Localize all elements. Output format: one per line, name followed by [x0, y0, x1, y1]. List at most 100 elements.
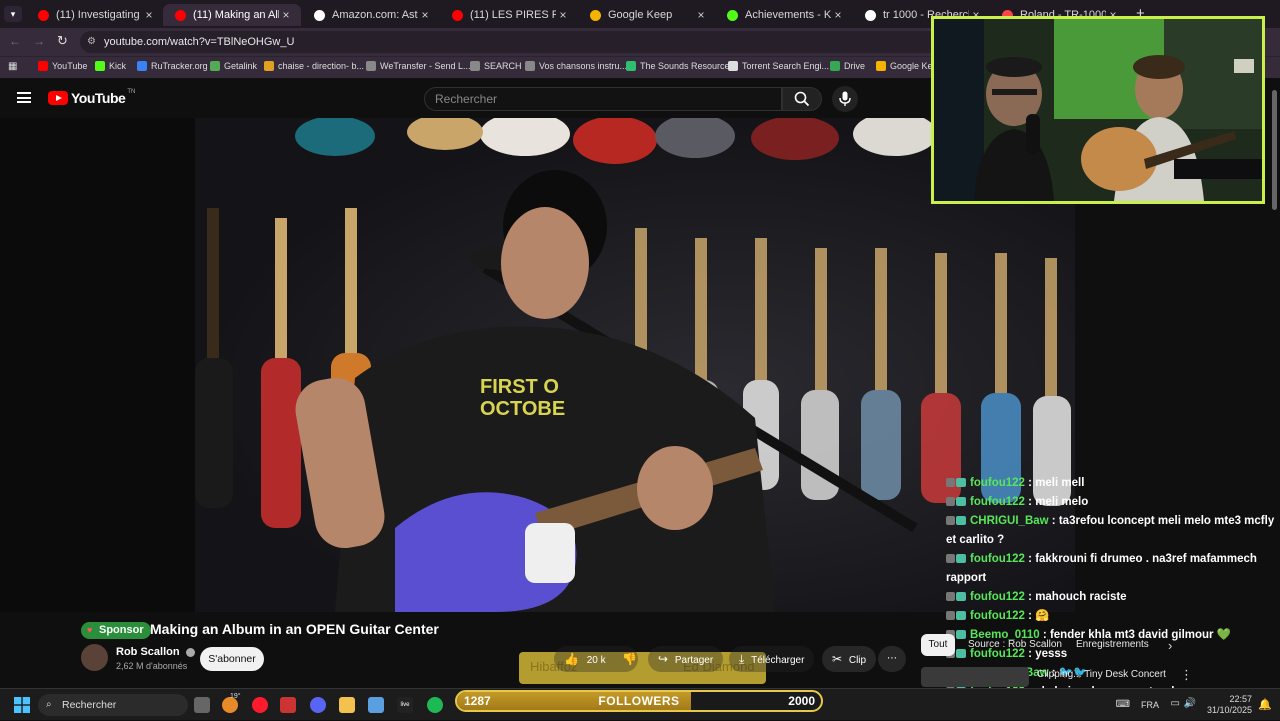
- subscribe-button[interactable]: S'abonner: [200, 647, 264, 671]
- chat-username[interactable]: foufou122: [970, 496, 1025, 508]
- channel-avatar[interactable]: [81, 644, 108, 671]
- bookmark-item[interactable]: Getalink: [210, 61, 257, 71]
- browser-tab[interactable]: (11) Making an Albun×: [163, 4, 301, 26]
- sponsor-badge[interactable]: ♥ Sponsor: [81, 622, 151, 639]
- clock-time[interactable]: 22:57: [1229, 694, 1252, 704]
- bookmark-item[interactable]: YouTube: [38, 61, 87, 71]
- related-video-title[interactable]: Clipping... Tiny Desk Concert: [1037, 669, 1166, 680]
- download-button[interactable]: ⤓ Télécharger: [729, 646, 815, 672]
- opera-icon[interactable]: [252, 697, 268, 713]
- chat-username[interactable]: foufou122: [970, 477, 1025, 489]
- scissors-icon: ✂: [832, 652, 843, 666]
- chat-sub-badge-icon: [956, 630, 966, 640]
- tab-close-icon[interactable]: ×: [556, 8, 570, 22]
- bookmark-item[interactable]: chaise - direction- b...: [264, 61, 364, 71]
- back-icon[interactable]: ←: [9, 34, 21, 48]
- spotify-icon[interactable]: [427, 697, 443, 713]
- tab-close-icon[interactable]: ×: [694, 8, 708, 22]
- tab-close-icon[interactable]: ×: [418, 8, 432, 22]
- tab-close-icon[interactable]: ×: [279, 8, 293, 22]
- bookmark-label: YouTube: [52, 61, 88, 71]
- discord-icon[interactable]: [310, 697, 326, 713]
- filter-tab-source[interactable]: Source : Rob Scallon: [968, 639, 1062, 650]
- live-app-icon[interactable]: live: [397, 697, 413, 713]
- share-button[interactable]: ↪ Partager: [648, 646, 724, 672]
- bookmark-item[interactable]: Drive: [830, 61, 865, 71]
- file-explorer-icon[interactable]: [339, 697, 355, 713]
- keyboard-icon[interactable]: ⌨: [1116, 699, 1130, 710]
- svg-text:OCTOBE: OCTOBE: [480, 398, 565, 420]
- browser-tab[interactable]: Amazon.com: Aston Micr×: [302, 4, 440, 26]
- related-video-thumbnail[interactable]: [921, 667, 1029, 687]
- chat-username[interactable]: foufou122: [970, 610, 1025, 622]
- chat-username[interactable]: foufou122: [970, 591, 1025, 603]
- chat-username[interactable]: CHRIGUI_Baw: [970, 515, 1049, 527]
- volume-icon[interactable]: 🔊: [1184, 698, 1196, 709]
- download-label: Télécharger: [751, 655, 805, 666]
- taskbar-search-input[interactable]: ⌕ Rechercher: [38, 694, 188, 716]
- search-button[interactable]: [782, 87, 822, 111]
- tab-close-icon[interactable]: ×: [142, 8, 156, 22]
- reload-icon[interactable]: ↻: [57, 33, 68, 49]
- clock-date[interactable]: 31/10/2025: [1207, 705, 1252, 715]
- network-icon[interactable]: ▭: [1171, 698, 1180, 709]
- sponsor-label: Sponsor: [99, 624, 144, 636]
- bookmark-favicon-icon: [137, 61, 147, 71]
- video-player[interactable]: FIRST O OCTOBE: [0, 118, 1075, 612]
- browser-tab[interactable]: Google Keep ×: [578, 4, 716, 26]
- chat-badge-icon: [946, 497, 955, 507]
- language-indicator[interactable]: FRA: [1141, 700, 1159, 710]
- youtube-logo[interactable]: YouTube TN: [48, 89, 135, 106]
- browser-tab[interactable]: Achievements - Kick Dash×: [715, 4, 853, 26]
- app-icon[interactable]: [280, 697, 296, 713]
- bookmark-favicon-icon: [38, 61, 48, 71]
- forward-icon[interactable]: →: [33, 34, 45, 48]
- bookmark-item[interactable]: Torrent Search Engi...: [728, 61, 829, 71]
- tab-close-icon[interactable]: ×: [831, 8, 845, 22]
- browser-tab[interactable]: (11) LES PIRES PROMOS D×: [440, 4, 578, 26]
- site-info-icon[interactable]: ⚙: [87, 31, 96, 53]
- search-icon: [794, 91, 810, 107]
- browser-tab[interactable]: (11) Investigating Israeli I×: [26, 4, 164, 26]
- webcam-overlay: [931, 16, 1265, 204]
- bookmark-item[interactable]: Vos chansons instru...: [525, 61, 627, 71]
- more-actions-button[interactable]: ⋯: [878, 646, 906, 672]
- search-input[interactable]: Rechercher: [424, 87, 782, 111]
- photos-icon[interactable]: [368, 697, 384, 713]
- tab-favicon-icon: [38, 9, 49, 21]
- webcam-two-people: [934, 19, 1262, 201]
- bookmark-item[interactable]: WeTransfer - Send L...: [366, 61, 471, 71]
- clip-button[interactable]: ✂ Clip: [822, 646, 877, 672]
- bookmark-item[interactable]: Kick: [95, 61, 126, 71]
- bookmark-item[interactable]: SEARCH: [470, 61, 522, 71]
- bookmark-label: Vos chansons instru...: [539, 61, 628, 71]
- dislike-button[interactable]: 👎: [612, 646, 647, 672]
- apps-grid-icon[interactable]: ▦: [8, 61, 17, 72]
- share-icon: ↪: [658, 652, 669, 666]
- hamburger-menu-icon[interactable]: [17, 92, 31, 103]
- bookmark-label: SEARCH: [484, 61, 522, 71]
- bookmark-favicon-icon: [470, 61, 480, 71]
- related-more-icon[interactable]: ⋮: [1180, 667, 1193, 683]
- chat-username[interactable]: foufou122: [970, 553, 1025, 565]
- filter-tab-recordings[interactable]: Enregistrements: [1076, 639, 1149, 650]
- bookmark-label: Drive: [844, 61, 866, 71]
- thumbs-down-icon: 👎: [622, 652, 637, 666]
- tab-search-dropdown[interactable]: ▾: [4, 6, 22, 22]
- chat-separator: :: [1024, 496, 1036, 508]
- page-scrollbar[interactable]: [1272, 90, 1277, 210]
- notification-bell-icon[interactable]: 🔔: [1258, 698, 1272, 711]
- bookmark-item[interactable]: RuTracker.org: [137, 61, 208, 71]
- task-view-icon[interactable]: [194, 697, 210, 713]
- filter-tab-all[interactable]: Tout: [921, 634, 955, 656]
- download-icon: ⤓: [739, 652, 745, 666]
- channel-name[interactable]: Rob Scallon: [116, 646, 195, 658]
- voice-search-button[interactable]: [832, 86, 858, 112]
- tab-favicon-icon: [590, 9, 601, 21]
- bookmark-item[interactable]: The Sounds Resource: [626, 61, 730, 71]
- bookmark-favicon-icon: [728, 61, 738, 71]
- chevron-right-icon[interactable]: ›: [1168, 638, 1172, 653]
- bookmark-label: WeTransfer - Send L...: [380, 61, 471, 71]
- bookmark-favicon-icon: [210, 61, 220, 71]
- windows-start-icon[interactable]: [14, 697, 30, 713]
